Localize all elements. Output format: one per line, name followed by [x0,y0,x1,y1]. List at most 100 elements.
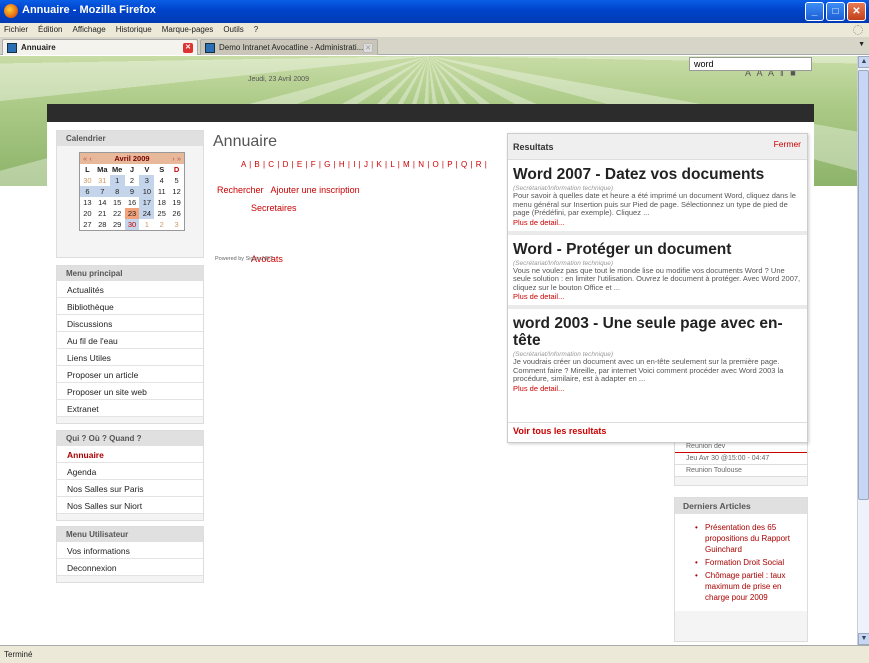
category-secretaires-link[interactable]: Secretaires [251,203,297,213]
calendar-day[interactable]: 30 [124,219,140,230]
calendar-day[interactable]: 11 [154,186,169,197]
menu-item-proposer-site[interactable]: Proposer un site web [57,383,203,400]
calendar-day[interactable]: 28 [95,219,110,230]
calendar-day[interactable]: 6 [80,186,95,197]
calendar-day[interactable]: 5 [169,175,184,186]
menu-utilisateur: Menu Utilisateur Vos informations Deconn… [56,526,204,583]
article-link[interactable]: Présentation des 65 propositions du Rapp… [691,522,803,555]
calendar-day[interactable]: 7 [94,186,110,197]
vertical-scrollbar[interactable]: ▲ ▼ [857,56,869,645]
calendar-day[interactable]: 30 [80,175,95,186]
minimize-button[interactable]: _ [805,2,824,21]
calendar-day[interactable]: 4 [154,175,169,186]
menu-principal-title: Menu principal [57,266,203,281]
calendar-day[interactable]: 20 [80,208,95,219]
calendar-day[interactable]: 2 [125,175,140,186]
result-more-link[interactable]: Plus de detail... [513,218,802,227]
calendar-day[interactable]: 1 [109,175,125,186]
calendar-day[interactable]: 10 [139,186,155,197]
result-more-link[interactable]: Plus de detail... [513,384,802,393]
calendar-day[interactable]: 18 [154,197,169,208]
menu-affichage[interactable]: Affichage [72,23,105,37]
tabbar: Annuaire ✕ Demo Intranet Avocatline - Ad… [0,37,869,55]
throbber-icon [853,25,863,35]
maximize-button[interactable]: □ [826,2,845,21]
close-button[interactable]: ✕ [847,2,866,21]
menu-item-salles-paris[interactable]: Nos Salles sur Paris [57,480,203,497]
menu-historique[interactable]: Historique [116,23,152,37]
calendar-day[interactable]: 25 [154,208,169,219]
calendar-day[interactable]: 19 [169,197,184,208]
result-title[interactable]: word 2003 - Une seule page avec en-tête [513,315,802,349]
menu-item-discussions[interactable]: Discussions [57,315,203,332]
tab-close-icon[interactable]: ✕ [183,43,193,53]
menu-item-liens-utiles[interactable]: Liens Utiles [57,349,203,366]
scroll-up-icon[interactable]: ▲ [858,56,869,68]
top-navbar [47,104,814,122]
tab-close-icon[interactable]: ✕ [363,43,373,53]
calendar-day[interactable]: 16 [125,197,140,208]
menu-item-actualites[interactable]: Actualités [57,281,203,298]
calendar-title: Calendrier [57,131,203,146]
calendar-prev-button[interactable]: « ‹ [83,153,92,164]
search-input[interactable] [689,57,812,71]
article-link[interactable]: Formation Droit Social [691,557,803,568]
calendar-day[interactable]: 14 [95,197,110,208]
tab-annuaire[interactable]: Annuaire ✕ [2,39,198,55]
scroll-thumb[interactable] [858,70,869,500]
tab-label: Annuaire [21,43,56,52]
calendar-header: « ‹ Avril 2009 › » [80,153,184,164]
menu-marque-pages[interactable]: Marque-pages [162,23,214,37]
results-close-button[interactable]: Fermer [774,139,801,149]
search-link[interactable]: Rechercher [217,185,264,195]
calendar-day[interactable]: 24 [139,208,155,219]
article-link[interactable]: Chômage partiel : taux maximum de prise … [691,570,803,603]
menu-help[interactable]: ? [254,23,258,37]
calendar-day[interactable]: 31 [95,175,110,186]
menu-item-salles-niort[interactable]: Nos Salles sur Niort [57,497,203,514]
calendar-day[interactable]: 26 [169,208,184,219]
calendar-day-today[interactable]: 23 [124,208,140,219]
event-item[interactable]: Reunion Toulouse [675,465,807,477]
calendar-day[interactable]: 3 [139,175,155,186]
result-more-link[interactable]: Plus de detail... [513,292,802,301]
menu-fichier[interactable]: Fichier [4,23,28,37]
calendar-next-button[interactable]: › » [172,153,181,164]
menu-item-annuaire[interactable]: Annuaire [57,446,203,463]
calendar-day[interactable]: 2 [154,219,169,230]
calendar-day[interactable]: 22 [110,208,125,219]
see-all-results-link[interactable]: Voir tous les resultats [513,426,606,436]
calendar-day[interactable]: 27 [80,219,95,230]
tab-demo-intranet[interactable]: Demo Intranet Avocatline - Administrati.… [200,39,378,55]
add-entry-link[interactable]: Ajouter une inscription [271,185,360,195]
menu-item-deconnexion[interactable]: Deconnexion [57,559,203,576]
calendar-day[interactable]: 9 [124,186,140,197]
menu-item-extranet[interactable]: Extranet [57,400,203,417]
calendar-day[interactable]: 8 [109,186,125,197]
menu-item-agenda[interactable]: Agenda [57,463,203,480]
calendar-day[interactable]: 12 [169,186,184,197]
result-title[interactable]: Word 2007 - Datez vos documents [513,166,802,183]
menu-item-vos-informations[interactable]: Vos informations [57,542,203,559]
calendar-day[interactable]: 13 [80,197,95,208]
menu-outils[interactable]: Outils [223,23,243,37]
menu-item-proposer-article[interactable]: Proposer un article [57,366,203,383]
calendar-day[interactable]: 21 [95,208,110,219]
menu-item-au-fil-de-leau[interactable]: Au fil de l'eau [57,332,203,349]
page-title: Annuaire [213,133,278,150]
calendar-day[interactable]: 1 [139,219,154,230]
results-title: Resultats [513,142,554,152]
menu-item-bibliotheque[interactable]: Bibliothèque [57,298,203,315]
result-title[interactable]: Word - Protéger un document [513,241,802,258]
directory-actions: Rechercher Ajouter une inscription [217,185,360,195]
scroll-down-icon[interactable]: ▼ [858,633,869,645]
menu-edition[interactable]: Édition [38,23,62,37]
calendar-week: 30 31 1 2 3 4 5 [80,175,184,186]
calendar-day[interactable]: 17 [139,197,155,208]
calendar-day[interactable]: 29 [110,219,125,230]
calendar-day[interactable]: 3 [169,219,184,230]
calendar-day[interactable]: 15 [110,197,125,208]
calendar-week: 13 14 15 16 17 18 19 [80,197,184,208]
tab-list-icon[interactable]: ▼ [858,41,865,48]
alphabet-index[interactable]: A | B | C | D | E | F | G | H | I | J | … [241,160,487,169]
